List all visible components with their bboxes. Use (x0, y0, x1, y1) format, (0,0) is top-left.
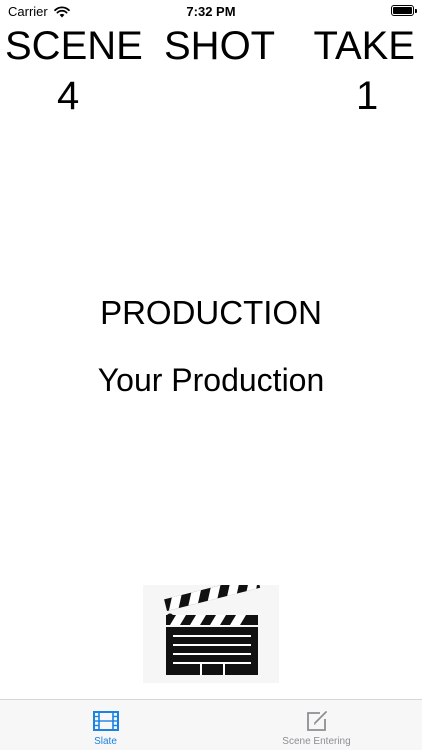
take-label: TAKE (313, 24, 415, 68)
scene-value: 4 (57, 74, 80, 118)
edit-icon (306, 711, 327, 731)
clapperboard-image[interactable] (143, 585, 279, 683)
battery-icon (391, 5, 417, 16)
tab-slate[interactable]: Slate (0, 700, 211, 750)
clapperboard-icon (164, 585, 261, 675)
film-icon (92, 711, 119, 731)
tab-scene-entering[interactable]: Scene Entering (211, 700, 422, 750)
status-bar: Carrier 7:32 PM (0, 0, 422, 22)
tab-bar: Slate Scene Entering (0, 699, 422, 750)
take-value: 1 (356, 74, 379, 118)
shot-label: SHOT (164, 24, 276, 68)
scene-label: SCENE (5, 24, 143, 68)
tab-slate-label: Slate (94, 736, 117, 747)
clock: 7:32 PM (186, 4, 236, 19)
production-label: PRODUCTION (100, 294, 322, 331)
production-name: Your Production (97, 362, 325, 398)
tab-scene-entering-label: Scene Entering (282, 736, 351, 747)
